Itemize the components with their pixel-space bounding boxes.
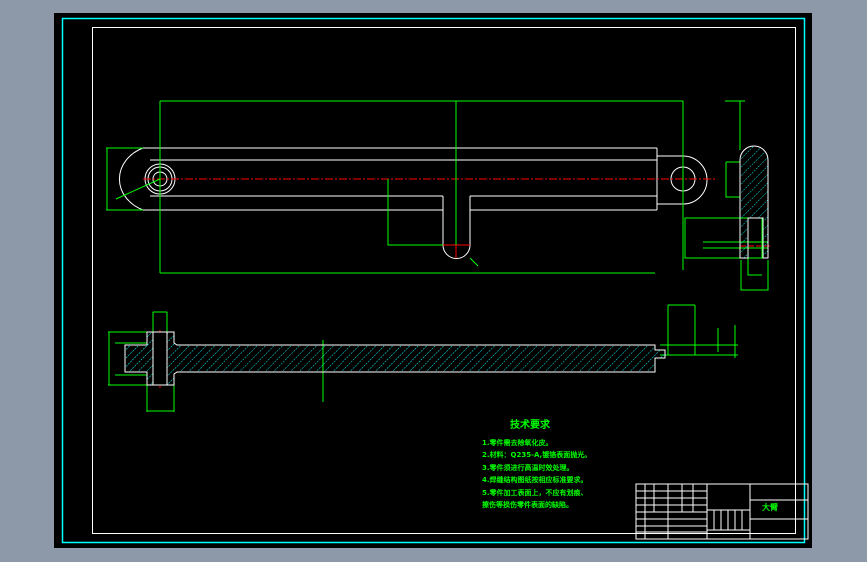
tech-requirements-title: 技术要求 xyxy=(510,420,550,431)
requirement-item: 1.零件需去除氧化皮。 xyxy=(482,438,553,447)
requirement-item: 5.零件加工表面上，不应有划痕、 xyxy=(482,488,588,497)
cad-drawing xyxy=(54,13,812,548)
technical-requirements: 技术要求 1.零件需去除氧化皮。 2.材料：Q235-A,镀铬表面抛光。 3.零… xyxy=(482,420,591,512)
requirement-item: 2.材料：Q235-A,镀铬表面抛光。 xyxy=(482,451,592,459)
requirement-item: 擦伤等损伤零件表面的缺陷。 xyxy=(482,501,573,509)
requirement-item: 4.焊缝结构图纸按相应标准要求。 xyxy=(482,476,588,484)
drawing-paper xyxy=(54,13,812,548)
requirement-item: 3.零件须进行高温时效处理。 xyxy=(482,463,574,472)
part-name: 大臂 xyxy=(762,503,778,512)
